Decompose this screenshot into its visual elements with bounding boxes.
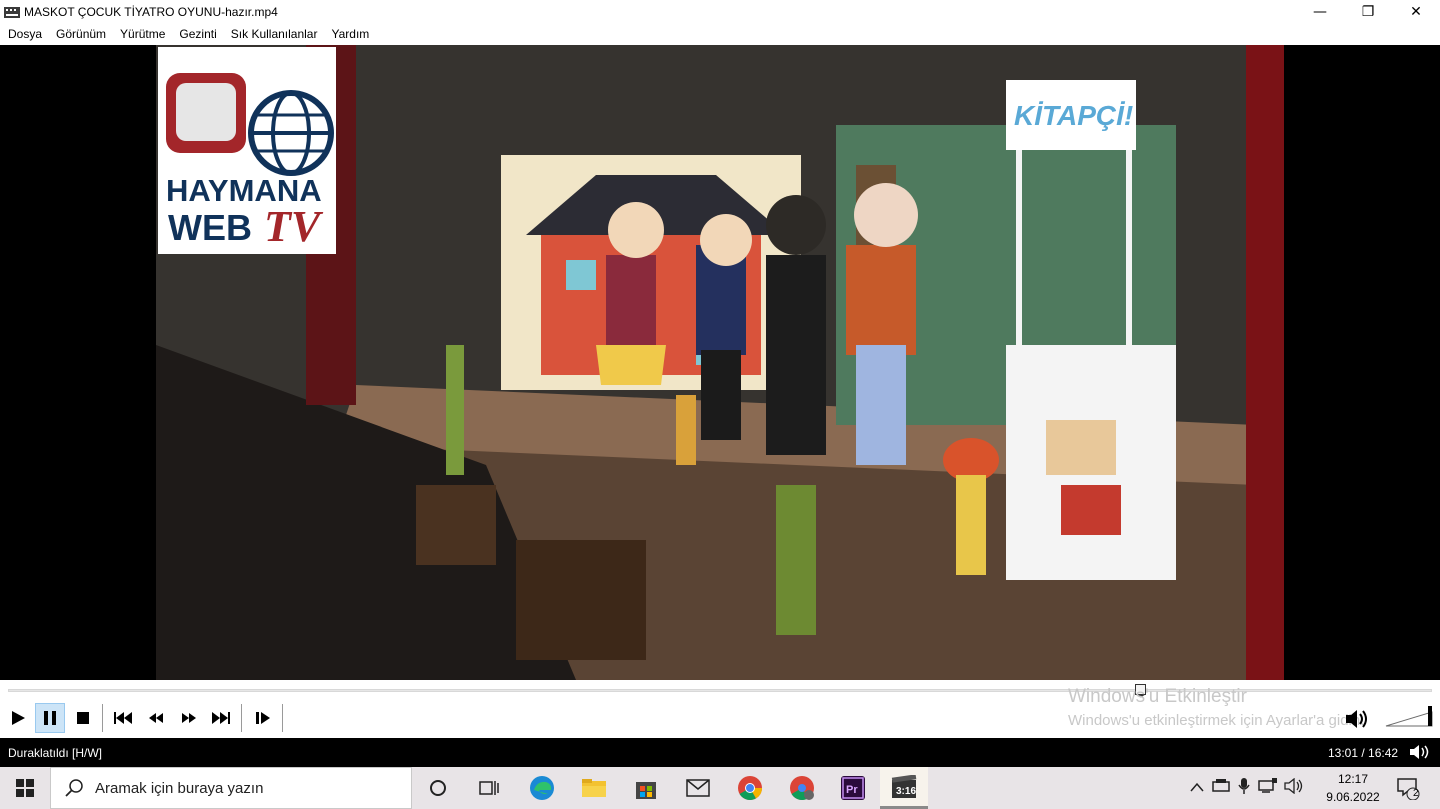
volume-slider[interactable] — [1384, 704, 1436, 735]
close-button[interactable]: ✕ — [1392, 0, 1440, 24]
start-button[interactable] — [0, 767, 50, 809]
microphone-icon[interactable] — [1238, 777, 1250, 800]
speaker-on-icon — [1346, 710, 1367, 728]
task-view-icon — [479, 781, 499, 795]
volume-button[interactable] — [1344, 708, 1370, 735]
chevron-up-icon[interactable] — [1190, 779, 1204, 797]
notifications-button[interactable]: 2 — [1386, 767, 1430, 809]
stop-button[interactable] — [68, 703, 98, 733]
play-button[interactable] — [3, 703, 33, 733]
rewind-icon — [149, 713, 163, 723]
time-display: 13:01 / 16:42 — [1328, 746, 1399, 760]
maximize-button[interactable]: ❐ — [1344, 0, 1392, 24]
separator — [282, 704, 283, 732]
play-icon — [12, 711, 25, 725]
menu-favorites[interactable]: Sık Kullanılanlar — [224, 24, 325, 44]
activation-title: Windows'u Etkinleştir — [1068, 686, 1247, 707]
video-area[interactable]: HAYMANA WEB TV KİTAPÇİ! — [0, 45, 1440, 680]
title-bar: MASKOT ÇOCUK TİYATRO OYUNU-hazır.mp4 — ❐… — [0, 0, 1440, 24]
menu-view[interactable]: Görünüm — [49, 24, 113, 44]
fast-forward-icon — [182, 713, 196, 723]
chrome-profile-button[interactable] — [778, 767, 826, 809]
chrome-button[interactable] — [726, 767, 774, 809]
mail-icon — [686, 779, 710, 797]
logo-text-web: WEB — [168, 207, 252, 248]
search-icon — [65, 779, 83, 797]
taskbar-clock[interactable]: 12:17 9.06.2022 — [1320, 770, 1386, 806]
stop-icon — [77, 712, 89, 724]
separator — [241, 704, 242, 732]
audio-status-icon — [1408, 744, 1432, 763]
search-placeholder: Aramak için buraya yazın — [95, 779, 264, 797]
separator — [102, 704, 103, 732]
svg-text:Pr: Pr — [846, 784, 858, 796]
store-icon — [636, 782, 656, 799]
mail-button[interactable] — [674, 767, 722, 809]
file-explorer-button[interactable] — [570, 767, 618, 809]
media-player-button[interactable]: 3:16 — [880, 767, 928, 809]
status-bar: Duraklatıldı [H/W] 13:01 / 16:42 — [0, 738, 1440, 767]
frame-step-button[interactable] — [248, 703, 278, 733]
next-button[interactable] — [206, 703, 236, 733]
menu-file[interactable]: Dosya — [1, 24, 49, 44]
previous-button[interactable] — [108, 703, 138, 733]
skip-back-icon — [114, 712, 132, 724]
cortana-button[interactable] — [414, 767, 462, 809]
taskbar-search[interactable]: Aramak için buraya yazın — [50, 767, 412, 809]
system-tray — [1190, 767, 1304, 809]
pause-button[interactable] — [35, 703, 65, 733]
playback-status: Duraklatıldı [H/W] — [8, 746, 103, 760]
chrome-profile-icon — [790, 776, 814, 801]
taskbar: Aramak için buraya yazın Pr 3:16 12:17 9… — [0, 767, 1440, 809]
activation-subtitle: Windows'u etkinleştirmek için Ayarlar'a … — [1068, 712, 1365, 729]
clock-date: 9.06.2022 — [1326, 790, 1380, 804]
network-icon[interactable] — [1258, 777, 1278, 799]
windows-icon — [16, 779, 34, 797]
clock-time: 12:17 — [1337, 772, 1369, 786]
menu-play[interactable]: Yürütme — [113, 24, 172, 44]
window-title: MASKOT ÇOCUK TİYATRO OYUNU-hazır.mp4 — [24, 5, 278, 19]
media-player-icon: 3:16 — [891, 774, 916, 798]
premiere-button[interactable]: Pr — [829, 767, 877, 809]
app-icon — [4, 5, 20, 19]
cortana-icon — [430, 780, 446, 796]
notification-count: 2 — [1413, 788, 1419, 799]
menu-help[interactable]: Yardım — [324, 24, 376, 44]
logo-text-tv: TV — [264, 202, 321, 251]
rewind-button[interactable] — [141, 703, 171, 733]
task-view-button[interactable] — [465, 767, 513, 809]
stand-sign-text: KİTAPÇİ! — [1014, 100, 1134, 131]
volume-tray-icon[interactable] — [1284, 777, 1304, 799]
svg-text:3:16: 3:16 — [896, 786, 916, 797]
menu-navigate[interactable]: Gezinti — [172, 24, 223, 44]
menu-bar: Dosya Görünüm Yürütme Gezinti Sık Kullan… — [0, 24, 1440, 44]
chrome-icon — [738, 776, 762, 801]
edge-icon — [530, 776, 554, 800]
video-frame: HAYMANA WEB TV KİTAPÇİ! — [156, 45, 1284, 680]
meet-now-icon[interactable] — [1212, 778, 1230, 798]
store-button[interactable] — [622, 767, 670, 809]
minimize-button[interactable]: — — [1296, 0, 1344, 24]
premiere-icon: Pr — [841, 776, 865, 800]
edge-button[interactable] — [518, 767, 566, 809]
pause-icon — [44, 711, 56, 725]
fast-forward-button[interactable] — [174, 703, 204, 733]
skip-forward-icon — [212, 712, 230, 724]
folder-icon — [582, 779, 606, 797]
frame-step-icon — [256, 712, 270, 724]
